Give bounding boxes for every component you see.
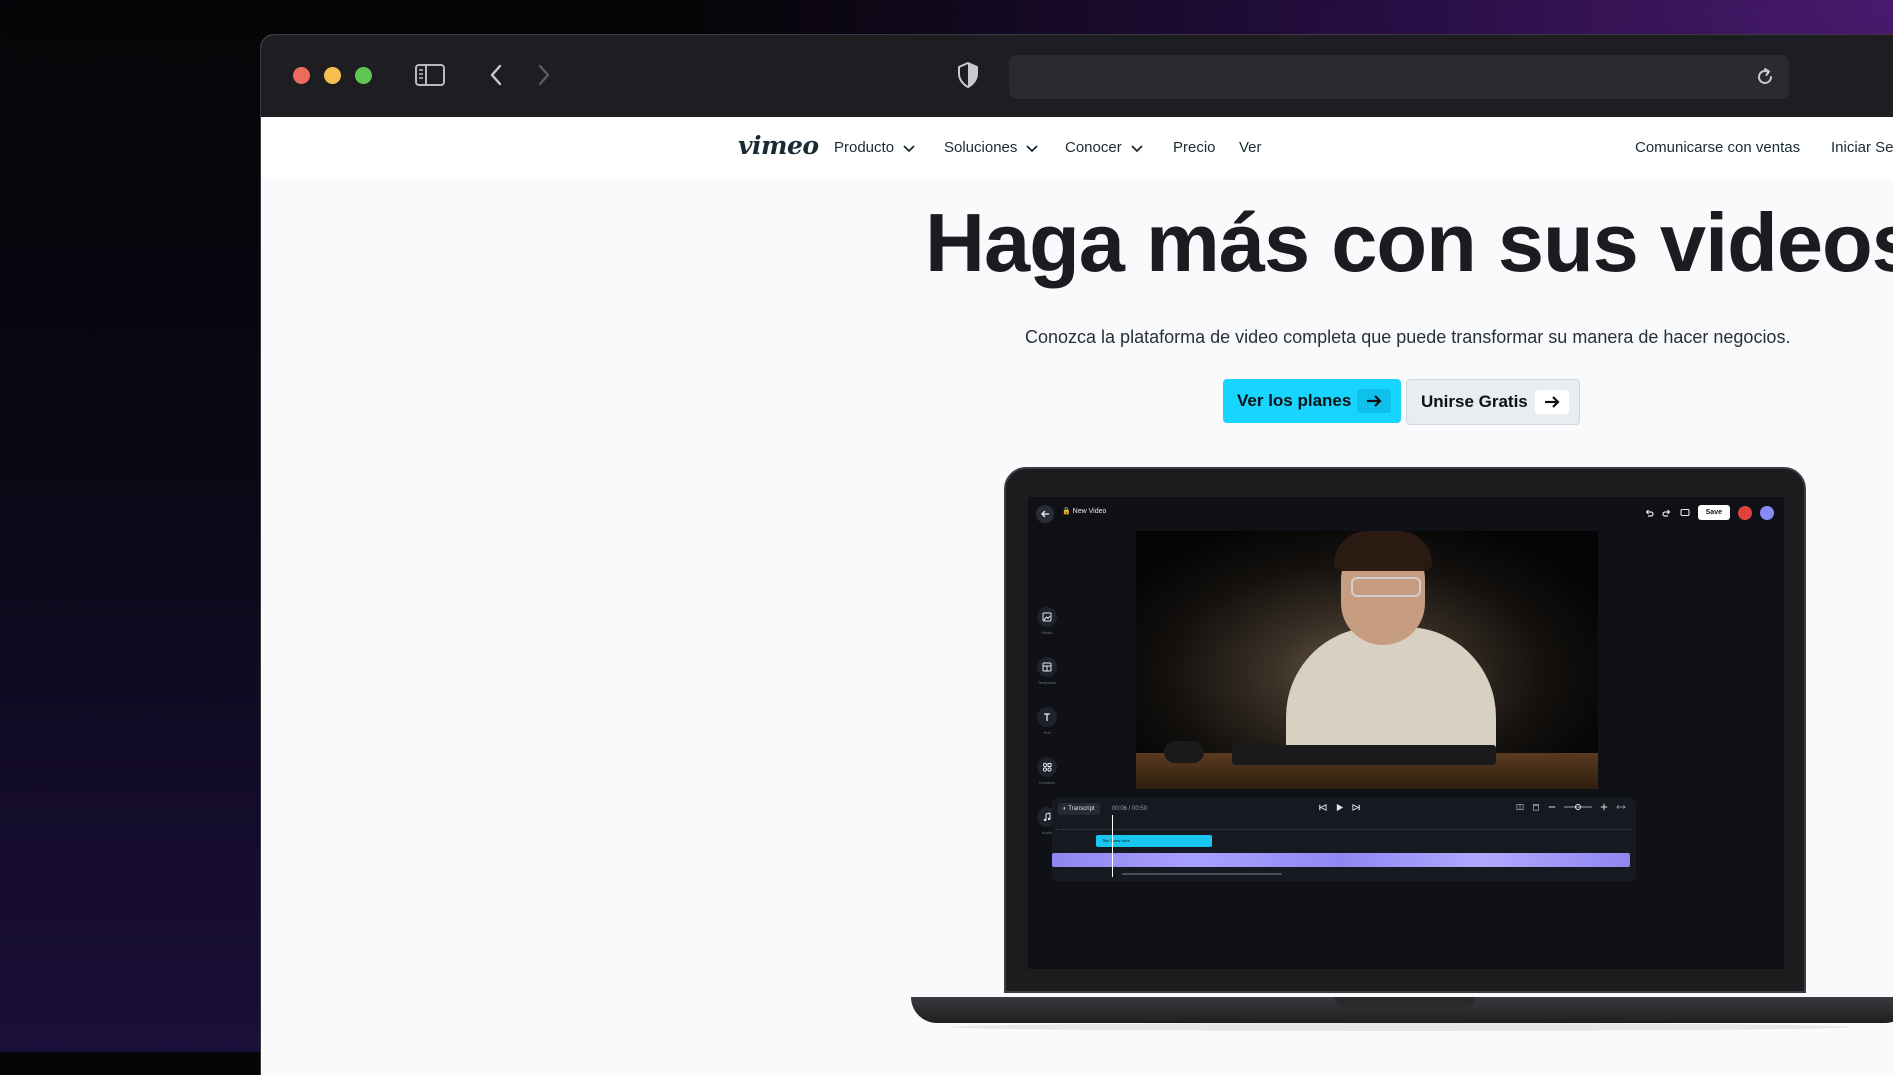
fit-width-icon[interactable] [1616,803,1626,811]
laptop-notch [1335,997,1475,1007]
sidebar-item-templates[interactable]: Templates [1032,657,1062,685]
trash-icon[interactable] [1532,803,1540,811]
nav-item-soluciones[interactable]: Soluciones [944,139,1039,156]
project-name-text: New Video [1072,508,1107,515]
chevron-down-icon [1026,144,1039,152]
redo-icon[interactable] [1662,508,1672,518]
site-navbar: vimeo Producto Soluciones Conocer Precio… [261,117,1893,179]
privacy-shield-icon[interactable] [953,57,983,93]
browser-titlebar [261,35,1893,117]
video-mouse [1164,741,1204,763]
laptop-mockup: 🔒 New Video Save Media Templates Text Gr… [1004,467,1806,993]
nav-item-label: Producto [834,139,895,156]
timeline-ruler [1056,821,1632,830]
timeline-scrollbar[interactable] [1122,873,1282,875]
nav-item-label: Soluciones [944,139,1018,156]
nav-item-ver[interactable]: Ver [1239,139,1262,156]
view-plans-label: Ver los planes [1237,391,1352,410]
sidebar-item-label: Text [1043,730,1051,735]
sidebar-item-graphics[interactable]: Graphics [1032,757,1062,785]
undo-icon[interactable] [1644,508,1654,518]
title-clip-label: Title Goes Here [1102,838,1130,843]
project-name: 🔒 New Video [1062,508,1107,515]
video-preview[interactable] [1136,531,1598,789]
transcript-label: Transcript [1068,806,1095,812]
zoom-slider[interactable] [1564,803,1592,811]
timeline-panel: ◐ Transcript 00:06 / 00:50 Title Goes He… [1052,797,1636,881]
maximize-window-button[interactable] [355,67,372,84]
nav-item-label: Conocer [1065,139,1122,156]
hero-title: Haga más con sus videos [925,196,1893,289]
sidebar-item-label: Graphics [1038,780,1055,785]
skip-back-icon[interactable] [1318,803,1327,812]
reload-icon[interactable] [1753,65,1777,89]
chevron-down-icon [1131,144,1143,152]
hero-subtitle: Conozca la plataforma de video completa … [1025,327,1791,347]
title-clip[interactable]: Title Goes Here [1096,835,1212,847]
avatar [1738,505,1752,520]
arrow-right-icon [1535,390,1569,414]
nav-item-label: Precio [1173,139,1216,156]
avatar [1760,505,1774,520]
video-subject-hair [1334,531,1432,571]
video-keyboard [1232,745,1496,765]
play-icon[interactable] [1335,803,1344,812]
editor-actions: Save [1644,505,1774,520]
browser-window: vimeo Producto Soluciones Conocer Precio… [260,34,1893,1075]
laptop-base [911,997,1893,1023]
web-page: vimeo Producto Soluciones Conocer Precio… [261,117,1893,1075]
nav-item-producto[interactable]: Producto [834,139,916,156]
template-icon [1037,657,1057,677]
sidebar-item-label: Templates [1037,680,1057,685]
sidebar-item-media[interactable]: Media [1032,607,1062,635]
skip-forward-icon[interactable] [1352,803,1361,812]
playback-time: 00:06 / 00:50 [1112,806,1148,812]
playback-controls [1318,803,1361,812]
sidebar-item-label: Audio [1041,830,1053,835]
comment-icon[interactable] [1680,508,1690,518]
sidebar-item-label: Media [1041,630,1053,635]
join-free-label: Unirse Gratis [1421,392,1528,411]
laptop-shadow [951,1023,1851,1031]
text-icon [1037,707,1057,727]
nav-item-label: Ver [1239,139,1262,156]
back-arrow-icon[interactable] [481,57,511,93]
save-button[interactable]: Save [1697,505,1730,520]
video-subject-glasses [1351,577,1421,597]
chevron-down-icon [903,144,915,152]
sidebar-toggle-icon[interactable] [413,57,447,93]
address-bar[interactable] [1009,55,1789,99]
split-icon[interactable] [1516,803,1524,811]
video-clip-track[interactable] [1052,853,1630,867]
graphics-icon [1037,757,1057,777]
arrow-right-icon [1357,389,1391,413]
forward-arrow-icon[interactable] [529,57,559,93]
back-arrow-icon[interactable] [1036,505,1054,523]
close-window-button[interactable] [293,67,310,84]
contact-sales-link[interactable]: Comunicarse con ventas [1635,139,1800,156]
minimize-window-button[interactable] [324,67,341,84]
playhead[interactable] [1112,815,1113,877]
nav-item-precio[interactable]: Precio [1173,139,1216,156]
nav-item-conocer[interactable]: Conocer [1065,139,1144,156]
vimeo-logo[interactable]: vimeo [738,131,819,160]
image-icon [1037,607,1057,627]
zoom-controls [1516,803,1626,811]
view-plans-button[interactable]: Ver los planes [1223,379,1401,423]
sign-in-link[interactable]: Iniciar Ses [1831,139,1893,156]
join-free-button[interactable]: Unirse Gratis [1406,379,1580,425]
transcript-button[interactable]: ◐ Transcript [1058,803,1100,815]
video-editor-screen: 🔒 New Video Save Media Templates Text Gr… [1028,497,1784,969]
zoom-out-icon[interactable] [1548,803,1556,811]
zoom-in-icon[interactable] [1600,803,1608,811]
sidebar-item-text[interactable]: Text [1032,707,1062,735]
editor-toolbar: 🔒 New Video Save [1028,497,1784,531]
